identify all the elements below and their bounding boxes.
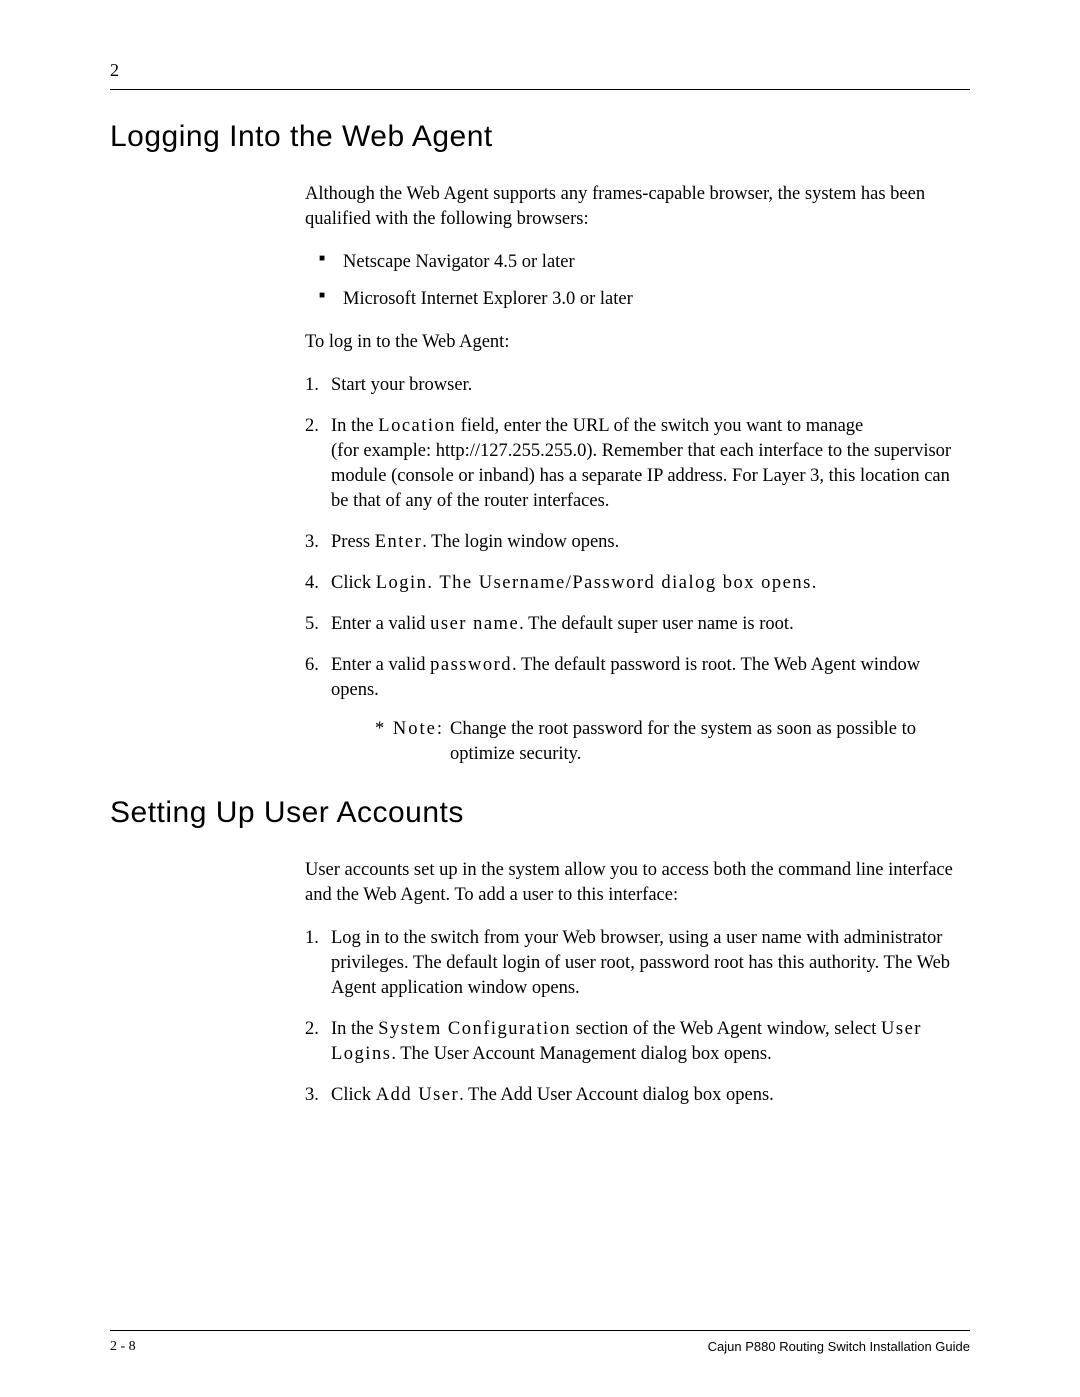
- document-page: 2 Logging Into the Web Agent Although th…: [0, 0, 1080, 1397]
- header-rule: [110, 89, 970, 90]
- login-lead: To log in to the Web Agent:: [305, 330, 970, 355]
- list-item: Netscape Navigator 4.5 or later: [305, 250, 970, 275]
- step-text: Click: [331, 1085, 376, 1105]
- step-item: Start your browser.: [305, 373, 970, 398]
- step-item: Press Enter. The login window opens.: [305, 530, 970, 555]
- browser-list: Netscape Navigator 4.5 or later Microsof…: [305, 250, 970, 312]
- ui-term: Enter: [375, 532, 423, 552]
- step-item: Log in to the switch from your Web brows…: [305, 926, 970, 1001]
- step-item: Enter a valid user name. The default sup…: [305, 612, 970, 637]
- ui-term: password: [430, 655, 512, 675]
- list-item: Microsoft Internet Explorer 3.0 or later: [305, 287, 970, 312]
- step-text: Press: [331, 532, 375, 552]
- section2-body: User accounts set up in the system allow…: [305, 858, 970, 1108]
- step-item: Click Add User. The Add User Account dia…: [305, 1083, 970, 1108]
- ui-term: user name: [430, 614, 519, 634]
- chapter-number: 2: [110, 60, 970, 81]
- step-text: . The login window opens.: [422, 532, 619, 552]
- login-steps: Start your browser. In the Location fiel…: [305, 373, 970, 767]
- step-item: In the Location field, enter the URL of …: [305, 414, 970, 514]
- section-heading-logging: Logging Into the Web Agent: [110, 120, 970, 154]
- step-text: section of the Web Agent window, select: [571, 1019, 881, 1039]
- note-text: Change the root password for the system …: [450, 717, 970, 767]
- step-text: . The default password is: [512, 655, 702, 675]
- step-text: Click: [331, 573, 376, 593]
- step-text: . The default super user name is: [519, 614, 759, 634]
- section1-body: Although the Web Agent supports any fram…: [305, 182, 970, 766]
- section1-intro: Although the Web Agent supports any fram…: [305, 182, 970, 232]
- section-heading-accounts: Setting Up User Accounts: [110, 796, 970, 830]
- book-title: Cajun P880 Routing Switch Installation G…: [708, 1339, 970, 1355]
- step-text: field, enter the URL of the switch you w…: [456, 416, 863, 436]
- step-text: . The User Account Management dialog box…: [391, 1044, 771, 1064]
- step-text: In the: [331, 416, 378, 436]
- step-text: . The Add User Account dialog box opens.: [459, 1085, 774, 1105]
- ui-term: Add User: [376, 1085, 459, 1105]
- code-term: root: [600, 953, 630, 973]
- step-text: (for example: http://127.255.255.0). Rem…: [331, 441, 951, 511]
- step-text: Enter a valid: [331, 655, 430, 675]
- account-steps: Log in to the switch from your Web brows…: [305, 926, 970, 1108]
- code-term: root: [759, 614, 789, 634]
- note-block: * Note: Change the root password for the…: [375, 717, 970, 767]
- ui-term: System Configuration: [378, 1019, 571, 1039]
- footer-row: 2 - 8 Cajun P880 Routing Switch Installa…: [110, 1339, 970, 1355]
- code-term: root: [702, 655, 732, 675]
- step-text: . The Username/Password dialog box opens…: [427, 573, 818, 593]
- footer-rule: [110, 1330, 970, 1331]
- page-footer: 2 - 8 Cajun P880 Routing Switch Installa…: [110, 1330, 970, 1355]
- step-item: Enter a valid password. The default pass…: [305, 653, 970, 767]
- step-item: Click Login. The Username/Password dialo…: [305, 571, 970, 596]
- step-text: .: [789, 614, 794, 634]
- ui-term: Login: [376, 573, 428, 593]
- section2-intro: User accounts set up in the system allow…: [305, 858, 970, 908]
- step-text: Start your browser.: [331, 375, 472, 395]
- page-number: 2 - 8: [110, 1339, 136, 1355]
- step-text: In the: [331, 1019, 378, 1039]
- note-label: * Note:: [375, 717, 450, 767]
- code-term: root: [714, 953, 744, 973]
- ui-term: Location: [378, 416, 456, 436]
- step-item: In the System Configuration section of t…: [305, 1017, 970, 1067]
- step-text: Enter a valid: [331, 614, 430, 634]
- step-text: , password: [630, 953, 714, 973]
